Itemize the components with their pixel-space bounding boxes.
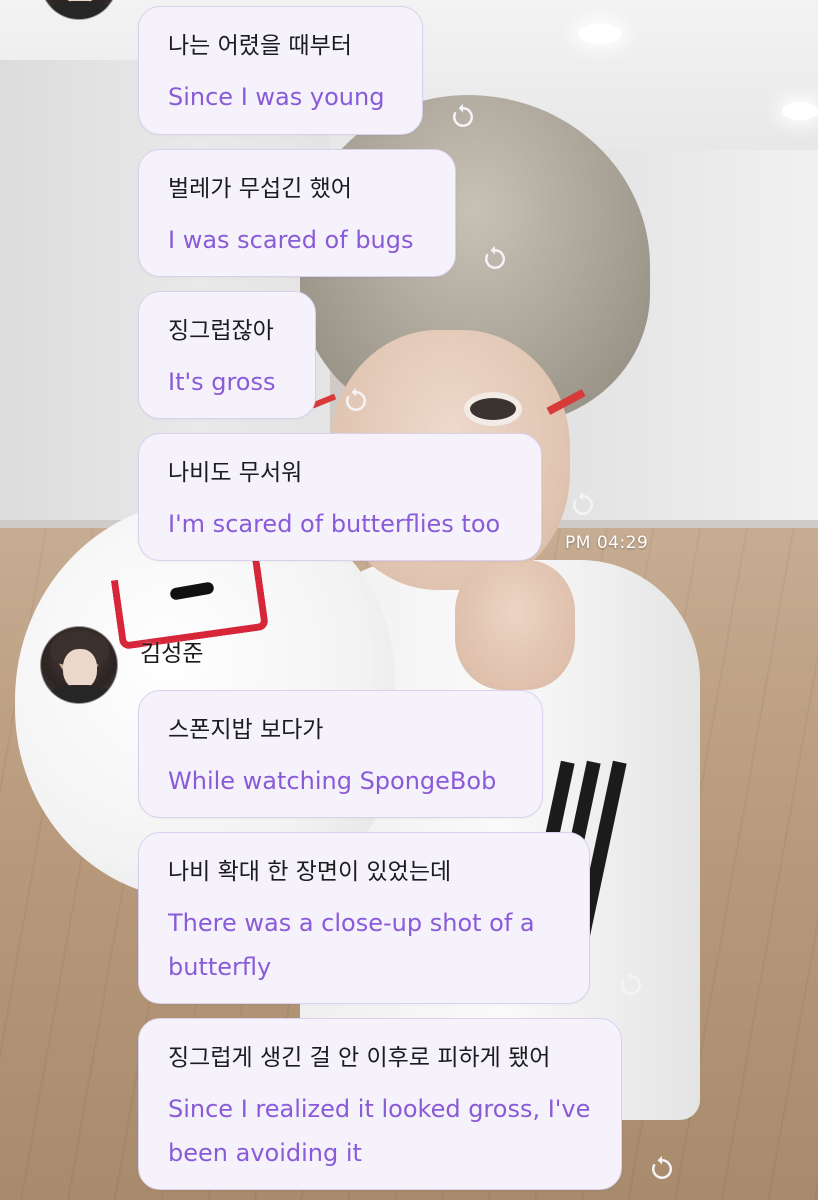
message-bubble[interactable]: 징그럽잖아 It's gross	[138, 291, 316, 419]
refresh-icon-glyph	[652, 1155, 672, 1179]
message-original-text: 징그럽게 생긴 걸 안 이후로 피하게 됐어	[168, 1045, 551, 1071]
message-translation-text: I'm scared of butterflies too	[168, 510, 501, 538]
avatar-body	[47, 685, 113, 703]
message-translation-text: I was scared of bugs	[168, 226, 414, 254]
refresh-icon-glyph	[453, 103, 473, 127]
message-bubble[interactable]: 징그럽게 생긴 걸 안 이후로 피하게 됐어 Since I realized …	[138, 1018, 622, 1190]
message-original-text: 벌레가 무섭긴 했어	[168, 176, 352, 202]
message-original-text: 나는 어렸을 때부터	[168, 33, 352, 59]
message-original-text: 나비 확대 한 장면이 있었는데	[168, 859, 452, 885]
refresh-icon[interactable]	[645, 1152, 679, 1186]
message-bubble[interactable]: 나비 확대 한 장면이 있었는데 There was a close-up sh…	[138, 832, 590, 1004]
sender-name[interactable]: 김성준	[140, 634, 203, 668]
message-original-text: 징그럽잖아	[168, 318, 274, 344]
message-original-text: 스폰지밥 보다가	[168, 717, 324, 743]
message-translation-text: While watching SpongeBob	[168, 767, 497, 795]
avatar[interactable]	[40, 0, 118, 20]
avatar[interactable]	[40, 626, 118, 704]
message-original-text: 나비도 무서워	[168, 460, 303, 486]
message-translation-text: There was a close-up shot of a butterfly	[168, 909, 535, 981]
message-bubble[interactable]: 스폰지밥 보다가 While watching SpongeBob	[138, 690, 543, 818]
refresh-icon-glyph	[346, 387, 366, 411]
message-bubble[interactable]: 나비도 무서워 I'm scared of butterflies too	[138, 433, 542, 561]
message-translation-text: It's gross	[168, 368, 276, 396]
refresh-icon[interactable]	[339, 384, 373, 418]
message-bubble[interactable]: 나는 어렸을 때부터 Since I was young	[138, 6, 423, 135]
refresh-icon[interactable]	[614, 968, 648, 1002]
message-translation-text: Since I was young	[168, 83, 385, 111]
message-timestamp: PM 04:29	[565, 533, 649, 553]
message-translation-text: Since I realized it looked gross, I've b…	[168, 1095, 591, 1167]
avatar-body	[47, 1, 113, 19]
avatar-face	[63, 649, 97, 689]
refresh-icon[interactable]	[566, 488, 600, 522]
message-bubble[interactable]: 벌레가 무섭긴 했어 I was scared of bugs	[138, 149, 456, 277]
refresh-icon-glyph	[621, 971, 641, 995]
refresh-icon-glyph	[573, 491, 593, 515]
refresh-icon[interactable]	[478, 242, 512, 276]
refresh-icon[interactable]	[446, 100, 480, 134]
refresh-icon-glyph	[485, 245, 505, 269]
chat-thread: 나는 어렸을 때부터 Since I was young 벌레가 무섭긴 했어 …	[0, 0, 818, 1200]
